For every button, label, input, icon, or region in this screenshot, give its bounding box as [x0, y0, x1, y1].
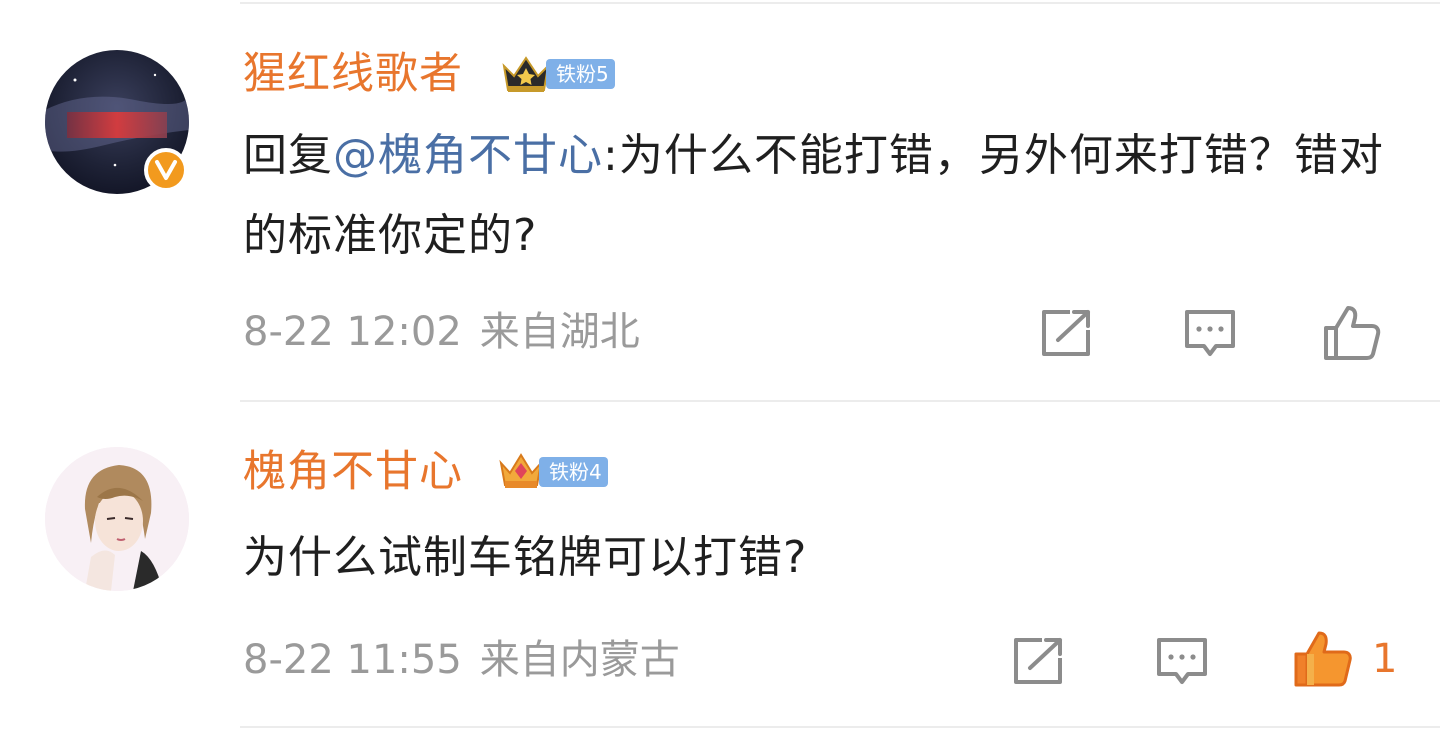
- anime-avatar-image: [45, 447, 189, 591]
- like-button-active[interactable]: 1: [1292, 630, 1397, 688]
- fan-badge[interactable]: 铁粉5: [500, 52, 615, 96]
- username[interactable]: 槐角不甘心: [243, 446, 463, 498]
- crown-icon: [499, 453, 543, 488]
- comment-location: 来自内蒙古: [479, 637, 680, 683]
- comment-icon: [1185, 310, 1235, 356]
- share-icon: [1042, 310, 1090, 356]
- like-icon: [1324, 306, 1381, 360]
- fan-badge[interactable]: 铁粉4: [497, 450, 608, 494]
- like-icon-active: [1294, 631, 1352, 687]
- comment-text: 回复@槐角不甘心:为什么不能打错，另外何来打错？错对的标准你定的?: [243, 116, 1403, 276]
- verified-badge-icon: [144, 148, 188, 192]
- username[interactable]: 猩红线歌者: [243, 48, 463, 100]
- share-button[interactable]: [1040, 308, 1094, 358]
- comment-button[interactable]: [1155, 636, 1209, 688]
- crown-icon: [502, 56, 550, 92]
- comment-divider: [240, 400, 1440, 402]
- avatar[interactable]: [45, 447, 189, 591]
- bottom-divider: [240, 726, 1440, 728]
- comment-date: 8-22 12:02: [243, 309, 462, 355]
- comment-meta: 8-22 12:02 来自湖北: [243, 306, 640, 358]
- like-button[interactable]: [1322, 304, 1382, 362]
- comment-date: 8-22 11:55: [243, 637, 462, 683]
- reply-prefix: 回复: [243, 130, 333, 181]
- fan-level-label: 铁粉5: [546, 59, 615, 89]
- top-divider: [240, 2, 1440, 4]
- mention-link[interactable]: @槐角不甘心: [333, 130, 603, 181]
- comment-meta: 8-22 11:55 来自内蒙古: [243, 634, 680, 686]
- share-button[interactable]: [1012, 636, 1066, 686]
- share-icon: [1014, 638, 1062, 684]
- comment-button[interactable]: [1183, 308, 1237, 360]
- comment-body: 为什么试制车铭牌可以打错?: [243, 532, 808, 583]
- like-count: 1: [1372, 636, 1398, 682]
- comment-icon: [1157, 638, 1207, 684]
- comment-text: 为什么试制车铭牌可以打错?: [243, 518, 1403, 598]
- comment-location: 来自湖北: [479, 309, 640, 355]
- fan-level-label: 铁粉4: [539, 457, 608, 487]
